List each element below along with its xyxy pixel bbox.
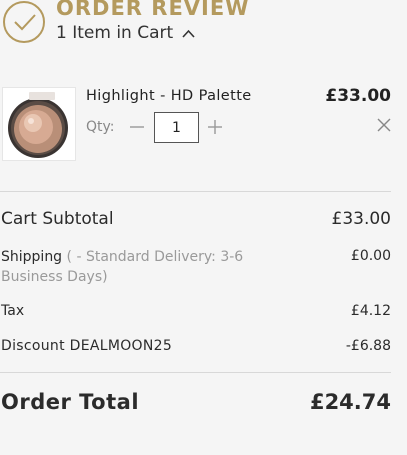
quantity-label: Qty: (86, 119, 115, 135)
tax-value: £4.12 (350, 303, 391, 319)
cart-item-count: 1 Item in Cart (56, 23, 174, 43)
shipping-label: Shipping ( - Standard Delivery: 3-6 Busi… (1, 247, 291, 287)
subtotal-label: Cart Subtotal (1, 209, 114, 229)
quantity-input[interactable] (154, 112, 199, 143)
product-price: £33.00 (325, 86, 391, 106)
order-total-label: Order Total (1, 390, 140, 414)
discount-label: Discount DEALMOON25 (1, 338, 173, 354)
discount-value: -£6.88 (345, 338, 391, 354)
order-review-title: ORDER REVIEW (56, 0, 250, 20)
plus-icon[interactable] (206, 116, 224, 138)
subtotal-value: £33.00 (331, 209, 391, 229)
cart-items-toggle[interactable]: 1 Item in Cart (56, 23, 195, 43)
shipping-value: £0.00 (350, 248, 391, 264)
divider (0, 372, 391, 373)
minus-icon[interactable] (128, 116, 146, 138)
chevron-up-icon (182, 23, 195, 43)
product-thumbnail[interactable] (2, 87, 76, 161)
shipping-title: Shipping (1, 249, 63, 265)
check-circle-icon (3, 1, 45, 43)
order-total-value: £24.74 (309, 390, 391, 414)
tax-label: Tax (1, 303, 25, 319)
divider (0, 191, 391, 192)
order-review-panel: ORDER REVIEW 1 Item in Cart Highlight - … (0, 0, 407, 455)
close-icon[interactable] (377, 116, 391, 137)
product-name[interactable]: Highlight - HD Palette (86, 88, 252, 104)
